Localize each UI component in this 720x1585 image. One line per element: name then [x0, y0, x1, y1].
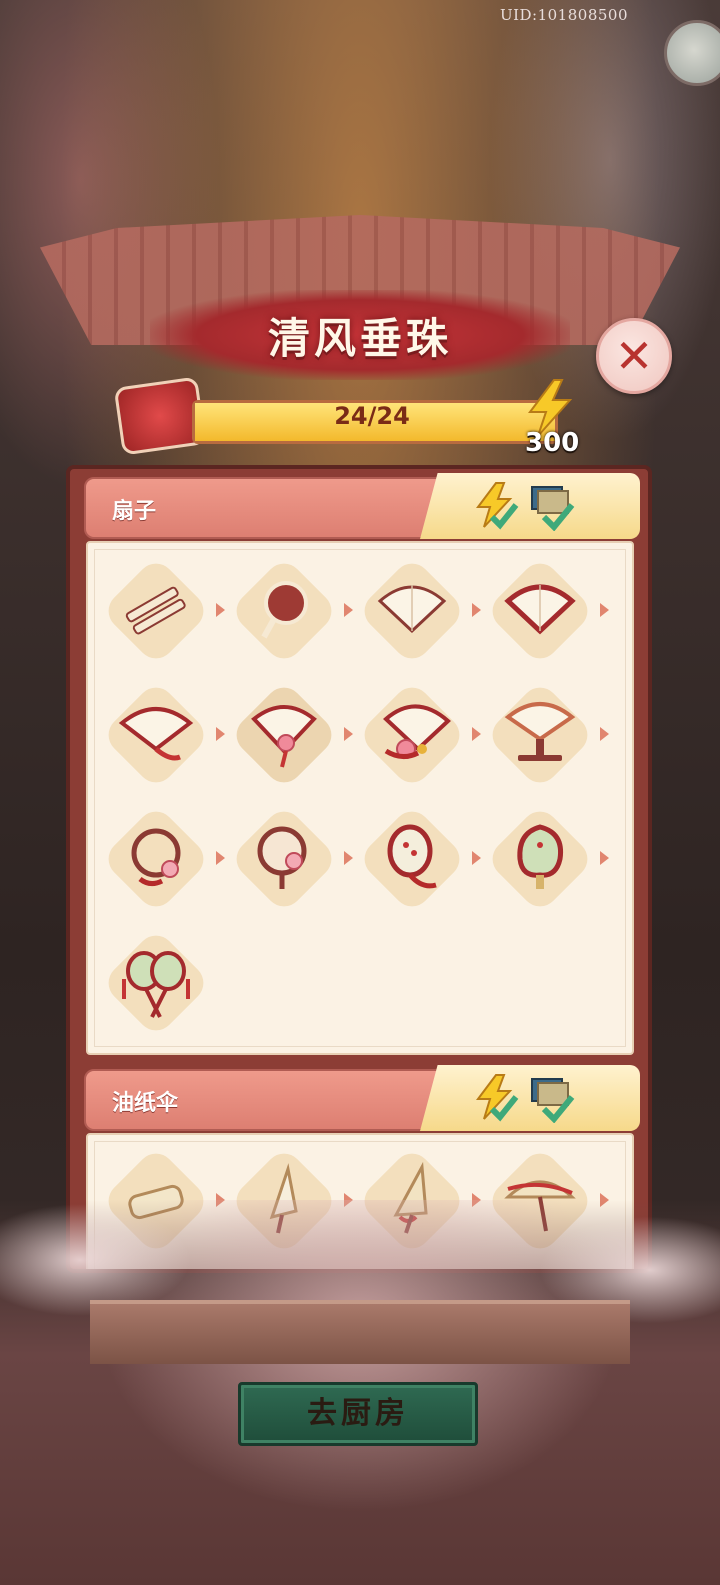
item-cell[interactable] [100, 927, 212, 1039]
tickets-check-icon [531, 486, 575, 531]
item-cell[interactable] [356, 555, 468, 667]
item-cell[interactable] [484, 803, 596, 915]
arrow-icon [600, 851, 609, 865]
section-header-fan: 扇子 [84, 473, 640, 539]
arrow-icon [600, 727, 609, 741]
item-cell[interactable] [356, 679, 468, 791]
item-cell[interactable] [228, 555, 340, 667]
item-cell[interactable] [228, 679, 340, 791]
section-label-fan: 扇子 [112, 499, 157, 524]
section-label-umbrella: 油纸伞 [112, 1091, 179, 1116]
tickets-check-icon [531, 1078, 575, 1123]
item-cell[interactable] [100, 555, 212, 667]
item-cell[interactable] [100, 803, 212, 915]
round-fan-blossom-icon [257, 826, 307, 889]
item-cell[interactable] [100, 679, 212, 791]
stage-platform [90, 1300, 630, 1364]
arrow-icon [472, 727, 481, 741]
progress-text: 24/24 [334, 402, 410, 430]
folding-fan-flower-knot-icon [383, 704, 451, 759]
item-cell[interactable] [484, 679, 596, 791]
round-fan-green-flower-icon [517, 824, 564, 889]
lightning-check-icon [476, 1074, 519, 1122]
round-fan-ring-icon [131, 828, 181, 887]
arrow-icon [472, 851, 481, 865]
lightning-check-icon [476, 482, 519, 530]
double-round-fan-icon [122, 951, 190, 1018]
folding-fan-plain-icon [377, 585, 447, 634]
arrow-icon [344, 851, 353, 865]
round-fan-painted-icon [387, 824, 437, 889]
arrow-icon [216, 603, 225, 617]
folding-fan-red-edge-icon [504, 584, 576, 635]
folding-fan-tassel-icon [118, 707, 194, 761]
go-kitchen-button[interactable]: 去厨房 [238, 1382, 478, 1446]
arrow-icon [216, 727, 225, 741]
energy-count: 300 [525, 428, 580, 458]
close-button[interactable]: ✕ [596, 318, 672, 394]
folding-fan-flower-icon [251, 705, 317, 768]
bamboo-slats-icon [125, 586, 186, 635]
fan-item-grid [86, 541, 634, 1055]
completion-badge [420, 473, 640, 539]
item-cell[interactable] [356, 803, 468, 915]
uid-label: UID:101808500 [499, 6, 628, 24]
arrow-icon [472, 603, 481, 617]
folding-fan-stand-icon [504, 702, 576, 761]
arrow-icon [344, 727, 353, 741]
arrow-icon [600, 603, 609, 617]
close-icon: ✕ [614, 329, 654, 383]
arrow-icon [344, 603, 353, 617]
item-cell[interactable] [484, 555, 596, 667]
collection-panel: 扇子 油纸伞 [66, 465, 652, 1273]
arrow-icon [216, 851, 225, 865]
completion-badge [420, 1065, 640, 1131]
round-fan-frame-icon [261, 581, 308, 639]
item-cell[interactable] [228, 803, 340, 915]
section-header-umbrella: 油纸伞 [84, 1065, 640, 1131]
